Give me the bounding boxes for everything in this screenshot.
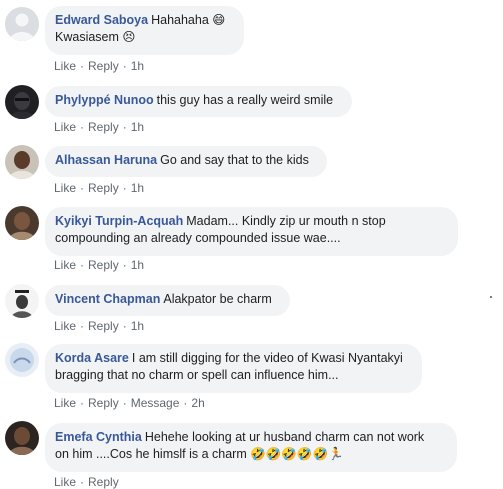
like-link[interactable]: Like — [54, 396, 76, 410]
comment-author[interactable]: Edward Saboya — [55, 13, 148, 27]
separator-dot: · — [80, 120, 85, 134]
like-link[interactable]: Like — [54, 120, 76, 134]
separator-dot: · — [80, 258, 85, 272]
separator-dot: · — [80, 319, 85, 333]
comment-actions: Like · Reply — [54, 475, 119, 489]
separator-dot: · — [80, 181, 85, 195]
comment-author[interactable]: Alhassan Haruna — [55, 153, 157, 167]
comment-bubble: Vincent Chapman Alakpator be charm — [45, 285, 290, 316]
comment-author[interactable]: Korda Asare — [55, 351, 129, 365]
profile-photo — [5, 421, 39, 455]
like-link[interactable]: Like — [54, 59, 76, 73]
comment-author[interactable]: Phylyppé Nunoo — [55, 93, 154, 107]
separator-dot: · — [122, 258, 127, 272]
reply-link[interactable]: Reply — [88, 396, 119, 410]
comment-text: on him ....Cos he himslf is a charm 🤣🤣🤣🤣… — [55, 447, 344, 461]
comment-actions: Like · Reply · 1h — [54, 319, 144, 333]
reply-link[interactable]: Reply — [88, 120, 119, 134]
comment-text: compounding an already compounded issue … — [55, 231, 341, 245]
reply-link[interactable]: Reply — [88, 319, 119, 333]
comment-bubble: Korda Asare I am still digging for the vi… — [45, 344, 422, 393]
like-link[interactable]: Like — [54, 258, 76, 272]
like-link[interactable]: Like — [54, 475, 76, 489]
timestamp[interactable]: 1h — [131, 59, 144, 73]
timestamp[interactable]: 1h — [131, 181, 144, 195]
stray-dot — [490, 296, 492, 298]
comment-bubble: Emefa Cynthia Hehehe looking at ur husban… — [45, 423, 457, 472]
avatar[interactable] — [5, 343, 39, 377]
comment-bubble: Alhassan Haruna Go and say that to the ki… — [45, 146, 327, 177]
comment-author[interactable]: Kyikyi Turpin-Acquah — [55, 214, 183, 228]
timestamp[interactable]: 1h — [131, 258, 144, 272]
like-link[interactable]: Like — [54, 181, 76, 195]
comment-text: Hahahaha 😄 — [151, 13, 226, 27]
separator-dot: · — [80, 396, 85, 410]
comment-text: Hehehe looking at ur husband charm can n… — [144, 430, 425, 444]
comment-author[interactable]: Vincent Chapman — [55, 292, 160, 306]
avatar[interactable] — [5, 85, 39, 119]
comment-actions: Like · Reply · 1h — [54, 59, 144, 73]
separator-dot: · — [122, 319, 127, 333]
comment-text: I am still digging for the video of Kwas… — [131, 351, 403, 365]
comment-text: Alakpator be charm — [163, 292, 272, 306]
avatar[interactable] — [5, 284, 39, 318]
comment-author[interactable]: Emefa Cynthia — [55, 430, 142, 444]
separator-dot: · — [183, 396, 188, 410]
timestamp[interactable]: 1h — [131, 120, 144, 134]
comment-text: Kwasiasem 😣 — [55, 30, 136, 44]
avatar[interactable] — [5, 206, 39, 240]
comment-text: bragging that no charm or spell can infl… — [55, 368, 339, 382]
comment-actions: Like · Reply · 1h — [54, 181, 144, 195]
comment-text: Go and say that to the kids — [160, 153, 309, 167]
comment-actions: Like · Reply · Message · 2h — [54, 396, 205, 410]
timestamp[interactable]: 1h — [131, 319, 144, 333]
comment-text: this guy has a really weird smile — [156, 93, 334, 107]
separator-dot: · — [122, 120, 127, 134]
timestamp[interactable]: 2h — [191, 396, 204, 410]
separator-dot: · — [122, 181, 127, 195]
comment-bubble: Edward Saboya Hahahaha 😄 Kwasiasem 😣 — [45, 6, 244, 55]
reply-link[interactable]: Reply — [88, 258, 119, 272]
avatar[interactable] — [5, 421, 39, 455]
reply-link[interactable]: Reply — [88, 181, 119, 195]
profile-photo — [5, 85, 39, 119]
comment-bubble: Kyikyi Turpin-Acquah Madam... Kindly zip … — [45, 207, 458, 256]
comment-text: Madam... Kindly zip ur mouth n stop — [186, 214, 386, 228]
profile-photo — [5, 206, 39, 240]
reply-link[interactable]: Reply — [88, 59, 119, 73]
avatar[interactable] — [5, 145, 39, 179]
avatar[interactable] — [5, 7, 39, 41]
reply-link[interactable]: Reply — [88, 475, 119, 489]
profile-photo — [5, 343, 39, 377]
default-profile-icon — [5, 7, 39, 41]
separator-dot: · — [80, 59, 85, 73]
comment-bubble: Phylyppé Nunoo this guy has a really weir… — [45, 86, 352, 117]
message-link[interactable]: Message — [131, 396, 180, 410]
like-link[interactable]: Like — [54, 319, 76, 333]
profile-photo — [5, 145, 39, 179]
separator-dot: · — [122, 59, 127, 73]
comment-actions: Like · Reply · 1h — [54, 258, 144, 272]
profile-photo — [5, 284, 39, 318]
separator-dot: · — [80, 475, 85, 489]
comment-actions: Like · Reply · 1h — [54, 120, 144, 134]
separator-dot: · — [122, 396, 127, 410]
